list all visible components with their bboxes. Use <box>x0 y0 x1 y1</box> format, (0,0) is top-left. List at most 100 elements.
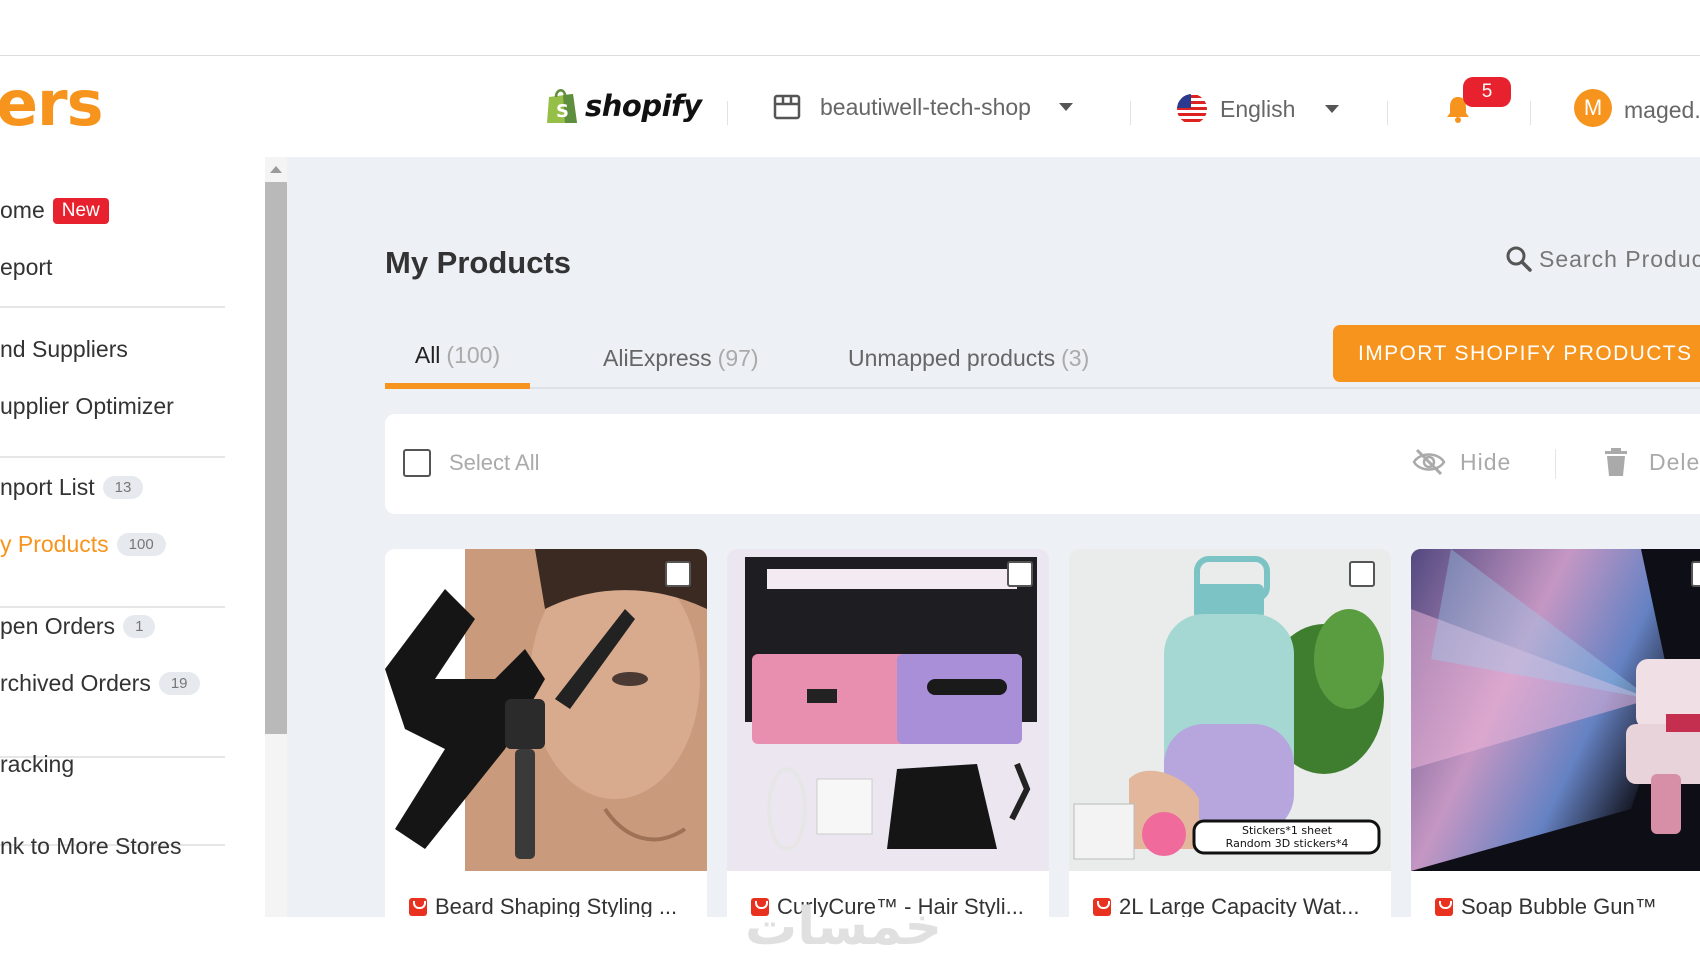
sidebar-item-find-suppliers[interactable]: nd Suppliers <box>0 336 128 363</box>
sidebar-item-label: upplier Optimizer <box>0 393 174 419</box>
tab-aliexpress[interactable]: AliExpress (97) <box>603 327 759 389</box>
tab-unmapped-products[interactable]: Unmapped products (3) <box>848 327 1089 389</box>
eye-off-icon <box>1412 448 1446 476</box>
store-selector[interactable]: beautiwell-tech-shop <box>772 93 1073 121</box>
aliexpress-icon <box>1435 898 1453 916</box>
sidebar-item-label: ome <box>0 197 45 223</box>
product-image[interactable] <box>385 549 707 871</box>
app-header: ers S shopify beautiwell-tech-shop Engli… <box>0 57 1700 157</box>
count-badge: 1 <box>123 615 156 638</box>
select-all-control[interactable]: Select All <box>403 449 540 477</box>
search-input[interactable]: Search Produc <box>1505 245 1700 273</box>
sidebar-item-home[interactable]: ome New <box>0 197 109 224</box>
sidebar-item-label: racking <box>0 751 75 777</box>
import-shopify-products-button[interactable]: IMPORT SHOPIFY PRODUCTS <box>1333 325 1700 382</box>
sidebar-item-label: y Products <box>0 531 109 557</box>
sidebar-item-open-orders[interactable]: pen Orders 1 <box>0 613 156 640</box>
product-checkbox[interactable] <box>1349 561 1375 587</box>
brand-logo[interactable]: ers <box>0 67 104 140</box>
header-divider <box>1530 101 1531 125</box>
notification-count-badge: 5 <box>1463 77 1511 107</box>
sidebar-item-label: nk to More Stores <box>0 833 182 859</box>
aliexpress-icon <box>409 898 427 916</box>
tab-label: All <box>414 341 441 368</box>
chevron-down-icon <box>1325 105 1340 113</box>
tab-label: Unmapped products <box>848 344 1056 371</box>
header-divider <box>1130 101 1131 125</box>
bubble-gun-image <box>1411 549 1700 871</box>
avatar[interactable]: M <box>1574 89 1612 127</box>
search-placeholder: Search Produc <box>1539 245 1700 272</box>
product-card[interactable]: Soap Bubble Gun™ <box>1411 549 1700 917</box>
sidebar-item-label: eport <box>0 254 53 280</box>
beard-comb-image <box>385 549 707 871</box>
page-title: My Products <box>385 245 572 280</box>
top-strip <box>0 0 1700 56</box>
hide-button[interactable]: Hide <box>1412 447 1511 477</box>
scroll-up-arrow-icon[interactable] <box>270 166 282 173</box>
sidebar-item-archived-orders[interactable]: rchived Orders 19 <box>0 670 200 697</box>
platform-name: shopify <box>585 89 702 123</box>
sidebar-item-label: nport List <box>0 474 95 500</box>
product-checkbox[interactable] <box>665 561 691 587</box>
product-image[interactable]: Stickers*1 sheet Random 3D stickers*4 <box>1069 549 1391 871</box>
sidebar-divider <box>0 606 225 608</box>
product-image[interactable] <box>1411 549 1700 871</box>
header-divider <box>1387 101 1388 125</box>
count-badge: 19 <box>158 672 200 695</box>
product-title-text: Beard Shaping Styling ... <box>435 894 678 917</box>
us-flag-icon <box>1177 94 1207 124</box>
select-all-label: Select All <box>449 450 540 475</box>
sidebar-divider <box>0 456 225 458</box>
header-divider <box>727 101 728 125</box>
sidebar-item-my-products[interactable]: y Products 100 <box>0 531 166 558</box>
shopify-logo: S shopify <box>545 87 702 125</box>
water-bottle-image: Stickers*1 sheet Random 3D stickers*4 <box>1069 549 1391 871</box>
store-icon <box>773 94 801 120</box>
language-label: English <box>1220 95 1296 122</box>
watermark: خمسات <box>745 897 943 957</box>
svg-text:Stickers*1 sheet: Stickers*1 sheet <box>1242 824 1333 837</box>
sidebar-item-import-list[interactable]: nport List 13 <box>0 474 144 501</box>
product-card[interactable]: Beard Shaping Styling ... <box>385 549 707 917</box>
sidebar-item-label: nd Suppliers <box>0 336 128 362</box>
sidebar-divider <box>0 306 225 308</box>
product-title[interactable]: Beard Shaping Styling ... <box>409 894 677 917</box>
count-badge: 100 <box>116 533 166 556</box>
language-selector[interactable]: English <box>1176 93 1340 125</box>
tab-count: (97) <box>717 344 759 371</box>
product-title[interactable]: Soap Bubble Gun™ <box>1435 894 1657 917</box>
sidebar-item-label: rchived Orders <box>0 670 151 696</box>
select-all-checkbox[interactable] <box>403 449 431 477</box>
product-card[interactable]: CurlyCure™ - Hair Styli... <box>727 549 1049 917</box>
product-card[interactable]: Stickers*1 sheet Random 3D stickers*4 2L… <box>1069 549 1391 917</box>
svg-text:Random 3D stickers*4: Random 3D stickers*4 <box>1226 837 1349 850</box>
sidebar-item-label: pen Orders <box>0 613 116 639</box>
tab-all[interactable]: All (100) <box>385 327 530 389</box>
search-icon <box>1506 246 1532 272</box>
shopify-bag-icon: S <box>547 89 577 123</box>
store-name: beautiwell-tech-shop <box>820 93 1031 120</box>
scrollbar-thumb[interactable] <box>265 182 287 734</box>
trash-icon <box>1605 448 1627 476</box>
count-badge: 13 <box>102 476 144 499</box>
sidebar-item-tracking[interactable]: racking <box>0 751 74 778</box>
main-content: My Products Search Produc All (100) AliE… <box>287 157 1700 917</box>
sidebar-item-supplier-optimizer[interactable]: upplier Optimizer <box>0 393 174 420</box>
product-checkbox[interactable] <box>1007 561 1033 587</box>
tab-count: (100) <box>446 341 501 368</box>
delete-button[interactable]: Delete <box>1603 447 1700 477</box>
tab-count: (3) <box>1061 344 1090 371</box>
product-title-text: Soap Bubble Gun™ <box>1461 894 1657 917</box>
product-image[interactable] <box>727 549 1049 871</box>
sidebar-item-link-stores[interactable]: nk to More Stores <box>0 833 182 860</box>
tab-label: AliExpress <box>603 344 712 371</box>
product-checkbox[interactable] <box>1691 561 1700 587</box>
username[interactable]: maged. <box>1624 97 1700 124</box>
bulk-actions-toolbar: Select All Hide Delete <box>385 414 1700 514</box>
aliexpress-icon <box>1093 898 1111 916</box>
svg-text:S: S <box>556 101 569 122</box>
sidebar-item-report[interactable]: eport <box>0 254 52 281</box>
hide-label: Hide <box>1460 448 1512 475</box>
product-title[interactable]: 2L Large Capacity Wat... <box>1093 894 1360 917</box>
